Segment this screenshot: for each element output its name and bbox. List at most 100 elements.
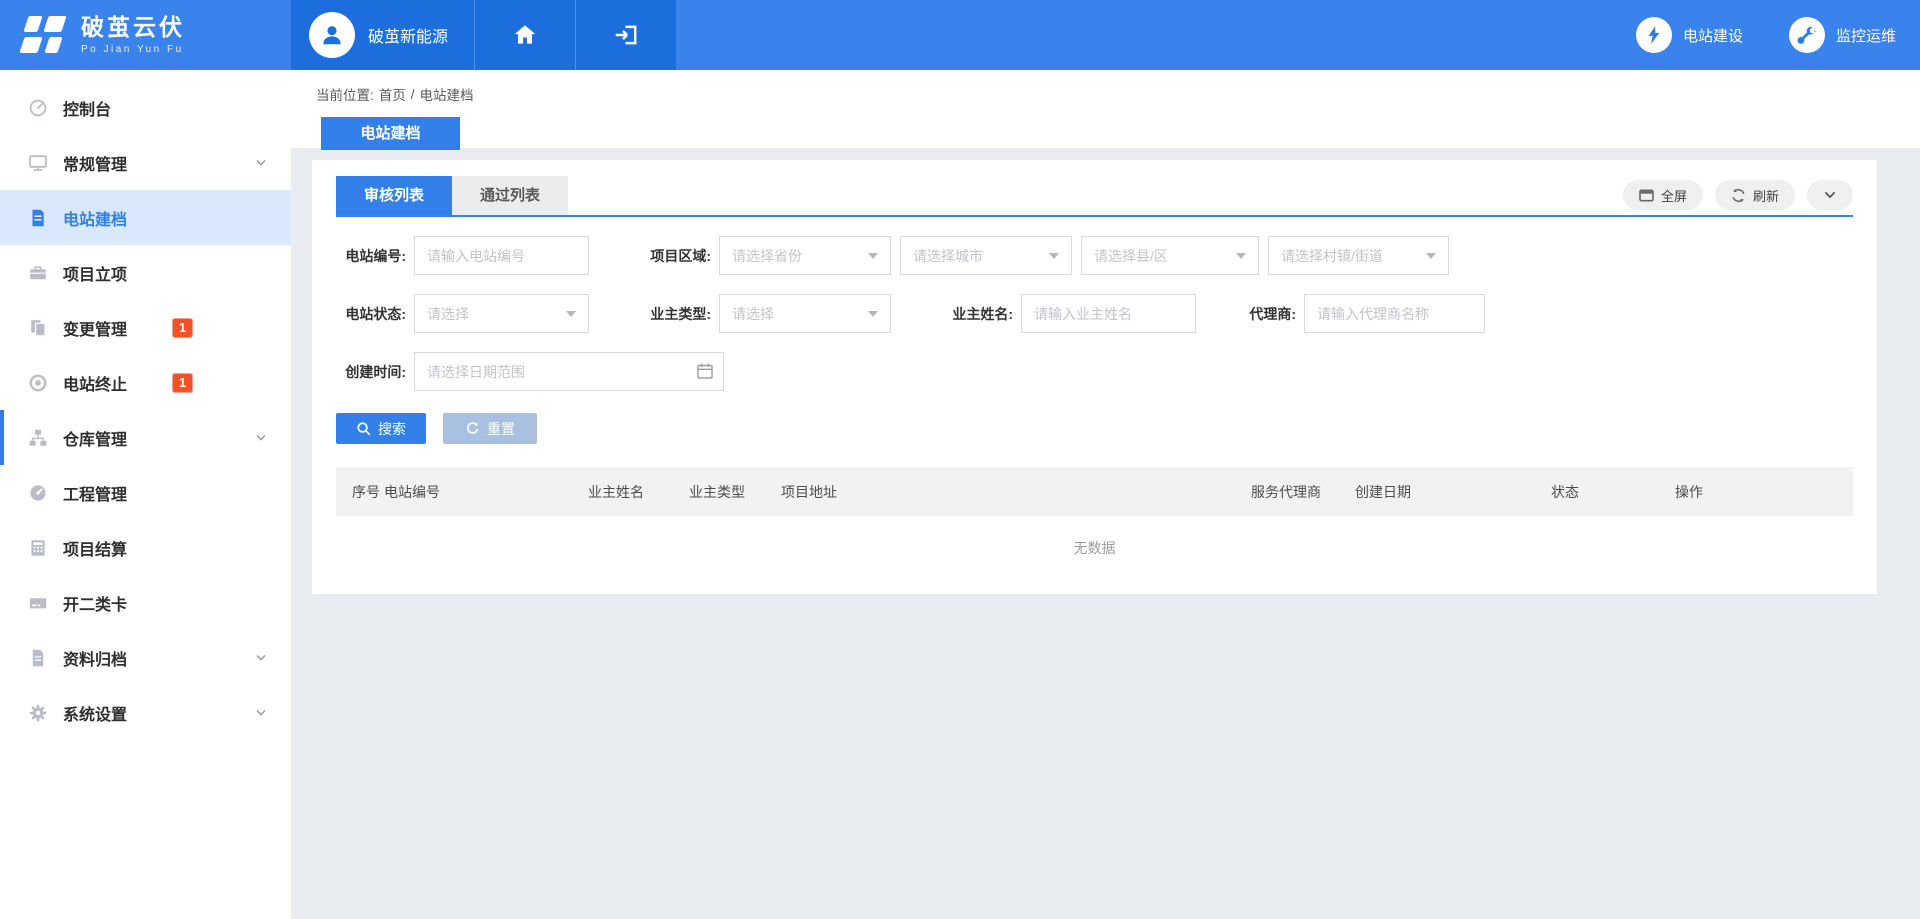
brand-logo-icon xyxy=(20,14,66,56)
province-select[interactable]: 请选择省份 xyxy=(719,236,891,275)
filter-row-2: 电站状态: 请选择 业主类型: 请选择 业主姓名: xyxy=(336,294,1853,333)
panel-toolbar: 全屏 刷新 xyxy=(1623,180,1853,210)
module-construction-label: 电站建设 xyxy=(1683,25,1743,46)
gear-icon xyxy=(28,703,48,723)
refresh-icon xyxy=(1731,188,1746,203)
sidebar-item-system-settings[interactable]: 系统设置 xyxy=(0,685,291,740)
city-select[interactable]: 请选择城市 xyxy=(900,236,1072,275)
module-monitoring-label: 监控运维 xyxy=(1836,25,1896,46)
bolt-icon xyxy=(1636,17,1672,53)
brand-logo: 破茧云伏 Po Jian Yun Fu xyxy=(0,0,291,70)
fullscreen-label: 全屏 xyxy=(1661,186,1687,205)
sidebar-item-label: 变更管理 xyxy=(63,316,127,340)
owner-type-label: 业主类型: xyxy=(641,304,711,324)
province-placeholder: 请选择省份 xyxy=(732,246,802,266)
search-button[interactable]: 搜索 xyxy=(336,413,426,444)
sidebar-item-label: 工程管理 xyxy=(63,481,127,505)
logout-button[interactable] xyxy=(575,0,676,70)
module-construction[interactable]: 电站建设 xyxy=(1636,17,1743,53)
filter-actions: 搜索 重置 xyxy=(336,413,1853,444)
exit-icon xyxy=(613,22,639,48)
user-profile[interactable]: 破茧新能源 xyxy=(291,0,474,70)
sidebar-item-project-settlement[interactable]: 项目结算 xyxy=(0,520,291,575)
filter-form: 电站编号: 项目区域: 请选择省份 请选择城市 xyxy=(336,217,1853,391)
fullscreen-button[interactable]: 全屏 xyxy=(1623,180,1703,210)
sidebar-item-open-card[interactable]: 开二类卡 xyxy=(0,575,291,630)
record-circle-icon xyxy=(28,373,48,393)
district-select[interactable]: 请选择县/区 xyxy=(1081,236,1259,275)
refresh-button[interactable]: 刷新 xyxy=(1715,180,1795,210)
owner-type-select[interactable]: 请选择 xyxy=(719,294,891,333)
caret-down-icon xyxy=(868,253,878,259)
sidebar-item-general-mgmt[interactable]: 常规管理 xyxy=(0,135,291,190)
caret-down-icon xyxy=(566,311,576,317)
station-status-label: 电站状态: xyxy=(336,304,406,324)
sidebar-item-label: 电站建档 xyxy=(63,206,127,230)
sidebar-item-label: 开二类卡 xyxy=(63,591,127,615)
city-placeholder: 请选择城市 xyxy=(913,246,983,266)
col-create-date: 创建日期 xyxy=(1355,482,1551,502)
breadcrumb: 当前位置: 首页 / 电站建档 xyxy=(316,70,1920,104)
home-button[interactable] xyxy=(474,0,575,70)
document-icon xyxy=(28,208,48,228)
dashboard-icon xyxy=(28,98,48,118)
station-status-select[interactable]: 请选择 xyxy=(414,294,589,333)
create-time-label: 创建时间: xyxy=(336,362,406,382)
sidebar-item-console[interactable]: 控制台 xyxy=(0,80,291,135)
owner-name-label: 业主姓名: xyxy=(943,304,1013,324)
sidebar-item-label: 常规管理 xyxy=(63,151,127,175)
col-owner-type: 业主类型 xyxy=(689,482,781,502)
refresh-label: 刷新 xyxy=(1753,186,1779,205)
breadcrumb-bar: 当前位置: 首页 / 电站建档 电站建档 xyxy=(291,70,1920,148)
panel-tabs-row: 审核列表 通过列表 全屏 xyxy=(336,176,1853,217)
fullscreen-icon xyxy=(1639,189,1654,202)
date-range-input[interactable] xyxy=(414,352,724,391)
tab-passed-list[interactable]: 通过列表 xyxy=(452,176,568,215)
filter-row-3: 创建时间: xyxy=(336,352,1853,391)
archive-doc-icon xyxy=(28,648,48,668)
sidebar-item-warehouse-mgmt[interactable]: 仓库管理 xyxy=(0,410,291,465)
station-code-label: 电站编号: xyxy=(336,246,406,266)
sidebar-item-change-mgmt[interactable]: 变更管理 1 xyxy=(0,300,291,355)
sidebar-item-label: 项目结算 xyxy=(63,536,127,560)
collapse-toolbar-button[interactable] xyxy=(1807,180,1853,210)
sidebar-item-station-termination[interactable]: 电站终止 1 xyxy=(0,355,291,410)
town-select[interactable]: 请选择村镇/街道 xyxy=(1268,236,1449,275)
sidebar-item-data-archive[interactable]: 资料归档 xyxy=(0,630,291,685)
caret-down-icon xyxy=(868,311,878,317)
chevron-down-icon xyxy=(255,432,267,444)
sidebar-item-engineering-mgmt[interactable]: 工程管理 xyxy=(0,465,291,520)
notification-badge: 1 xyxy=(172,318,193,338)
page-tab-station-filing[interactable]: 电站建档 xyxy=(321,117,460,150)
date-range-picker[interactable] xyxy=(414,352,724,391)
tab-review-list[interactable]: 审核列表 xyxy=(336,176,452,215)
sidebar-item-project-initiation[interactable]: 项目立项 xyxy=(0,245,291,300)
brand-subtitle: Po Jian Yun Fu xyxy=(81,44,185,55)
reset-button[interactable]: 重置 xyxy=(443,413,537,444)
district-placeholder: 请选择县/区 xyxy=(1094,246,1168,266)
chevron-down-icon xyxy=(255,652,267,664)
station-code-input[interactable] xyxy=(414,236,589,275)
copy-icon xyxy=(28,318,48,338)
app-window: 破茧云伏 Po Jian Yun Fu 破茧新能源 xyxy=(0,0,1920,919)
monitor-icon xyxy=(28,153,48,173)
breadcrumb-separator: / xyxy=(411,87,415,102)
chevron-down-icon xyxy=(1823,188,1837,202)
caret-down-icon xyxy=(1236,253,1246,259)
sidebar-item-label: 项目立项 xyxy=(63,261,127,285)
reset-label: 重置 xyxy=(487,419,515,439)
col-service-agent: 服务代理商 xyxy=(1251,482,1355,502)
col-actions: 操作 xyxy=(1675,482,1853,502)
sidebar-item-label: 仓库管理 xyxy=(63,426,127,450)
search-icon xyxy=(356,421,371,436)
module-monitoring[interactable]: 监控运维 xyxy=(1789,17,1896,53)
sidebar-item-station-filing[interactable]: 电站建档 xyxy=(0,190,291,245)
agent-input[interactable] xyxy=(1304,294,1485,333)
wrench-icon xyxy=(1789,17,1825,53)
notification-badge: 1 xyxy=(172,373,193,393)
breadcrumb-current: 电站建档 xyxy=(420,84,474,104)
col-status: 状态 xyxy=(1551,482,1675,502)
content-area: 审核列表 通过列表 全屏 xyxy=(291,148,1920,919)
owner-name-input[interactable] xyxy=(1021,294,1196,333)
breadcrumb-home[interactable]: 首页 xyxy=(379,84,406,104)
